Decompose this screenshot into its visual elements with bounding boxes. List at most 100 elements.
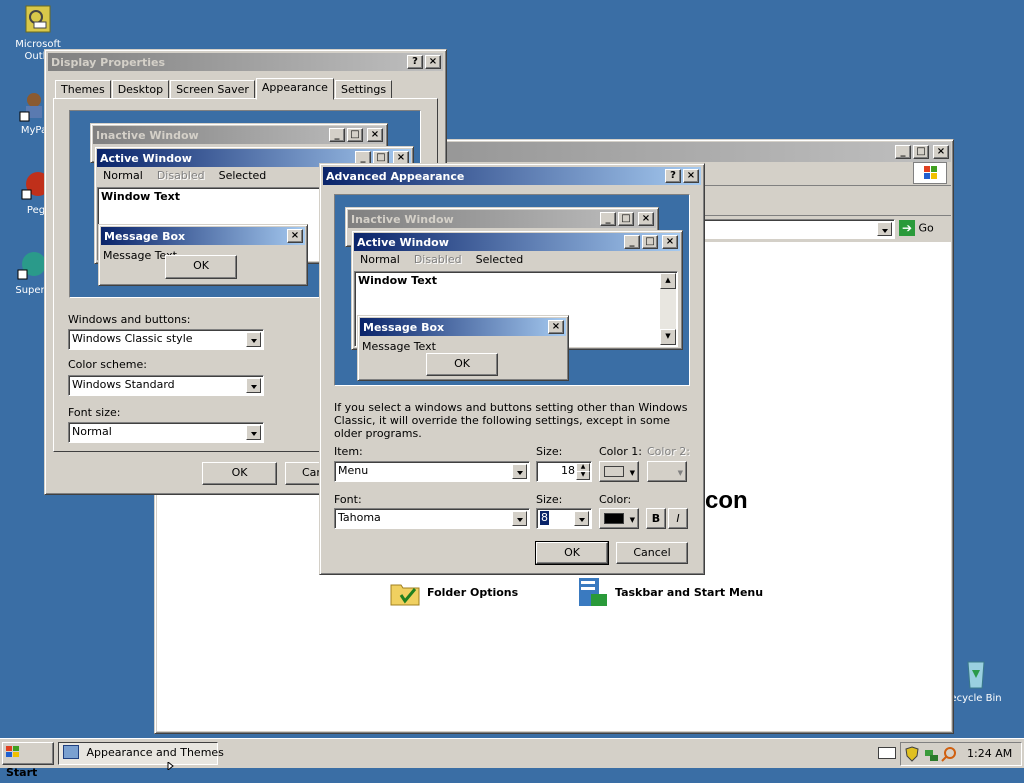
- font-size-label: Font size:: [68, 406, 121, 419]
- preview-msgbox-titlebar: Message Box ×: [101, 227, 305, 245]
- scroll-up-arrow-icon: ▲: [660, 273, 676, 289]
- preview-inactive-titlebar: Inactive Window _ □ ×: [348, 210, 656, 228]
- start-button[interactable]: Start: [2, 742, 54, 779]
- chevron-down-icon[interactable]: [512, 464, 527, 479]
- preview-inactive-title: Inactive Window: [96, 128, 199, 142]
- size-value: 18: [561, 464, 575, 477]
- tab-appearance[interactable]: Appearance: [255, 78, 334, 100]
- font-select[interactable]: Tahoma: [334, 508, 530, 529]
- chevron-down-icon[interactable]: [246, 378, 261, 393]
- scroll-down-arrow-icon: ▼: [660, 329, 676, 345]
- folder-options-link[interactable]: Folder Options: [389, 576, 518, 608]
- taskbar-start-menu-link[interactable]: Taskbar and Start Menu: [577, 576, 763, 608]
- preview-menu-disabled: Disabled: [413, 253, 462, 266]
- taskbar-task-appearance[interactable]: Appearance and Themes: [58, 742, 224, 765]
- preview-window-text: Window Text: [358, 274, 438, 287]
- item-value: Menu: [338, 464, 369, 477]
- help-button[interactable]: ?: [407, 55, 423, 69]
- chevron-down-icon: ▼: [629, 516, 635, 524]
- display-properties-titlebar: Display Properties ? ×: [48, 53, 443, 71]
- search-icon[interactable]: [941, 746, 957, 762]
- help-button[interactable]: ?: [665, 169, 681, 183]
- item-label: Item:: [334, 445, 363, 458]
- folder-options-label: Folder Options: [427, 585, 519, 599]
- font-color-picker[interactable]: ▼: [599, 508, 639, 529]
- keyboard-icon[interactable]: [878, 747, 896, 759]
- tab-screen-saver[interactable]: Screen Saver: [170, 80, 255, 99]
- preview-msgbox-text: Message Text: [362, 340, 436, 353]
- chevron-down-icon[interactable]: [512, 511, 527, 526]
- tab-themes[interactable]: Themes: [55, 80, 111, 99]
- size-spinner[interactable]: 18 ▲ ▼: [536, 461, 592, 482]
- windows-buttons-select[interactable]: Windows Classic style: [68, 329, 264, 350]
- color2-label: Color 2:: [647, 445, 690, 458]
- windows-buttons-label: Windows and buttons:: [68, 313, 191, 326]
- font-value: Tahoma: [338, 511, 381, 524]
- font-size-value: 8: [540, 511, 549, 525]
- size-label: Size:: [536, 445, 563, 458]
- mouse-cursor-icon: [167, 760, 177, 772]
- item-select[interactable]: Menu: [334, 461, 530, 482]
- preview-active-titlebar: Active Window _ □ ×: [354, 233, 680, 251]
- cancel-button[interactable]: Cancel: [616, 542, 688, 564]
- preview-msgbox-title: Message Box: [104, 229, 186, 243]
- minimize-button[interactable]: _: [895, 145, 911, 159]
- preview-inactive-title: Inactive Window: [351, 212, 454, 226]
- preview-menu: Normal Disabled Selected: [354, 251, 680, 268]
- clock[interactable]: 1:24 AM: [967, 747, 1012, 760]
- color1-picker[interactable]: ▼: [599, 461, 639, 482]
- color2-picker: ▼: [647, 461, 687, 482]
- close-button[interactable]: ×: [425, 55, 441, 69]
- maximize-button[interactable]: □: [913, 145, 929, 159]
- preview-msgbox-ok: OK: [165, 255, 237, 279]
- advanced-preview: Inactive Window _ □ × Active Window _ □ × No…: [334, 194, 690, 386]
- window-title: Display Properties: [51, 55, 166, 69]
- preview-active-title: Active Window: [100, 151, 192, 165]
- preview-msgbox-ok: OK: [426, 353, 498, 376]
- ok-button[interactable]: OK: [535, 541, 609, 565]
- preview-inactive-titlebar: Inactive Window _ □ ×: [93, 126, 385, 144]
- tab-desktop[interactable]: Desktop: [111, 80, 170, 99]
- chevron-down-icon[interactable]: [574, 511, 589, 526]
- chevron-down-icon: ▼: [677, 469, 683, 477]
- security-shield-icon[interactable]: [905, 746, 919, 762]
- ok-button[interactable]: OK: [202, 462, 277, 485]
- font-color-label: Color:: [599, 493, 632, 506]
- advanced-appearance-titlebar: Advanced Appearance ? ×: [323, 167, 701, 185]
- italic-button[interactable]: I: [668, 508, 688, 529]
- preview-menu-selected: Selected: [475, 253, 524, 266]
- go-button[interactable]: ➔ Go: [899, 220, 943, 238]
- spin-down-button[interactable]: ▼: [576, 471, 590, 480]
- chevron-down-icon[interactable]: [246, 425, 261, 440]
- preview-message-box: Message Box × Message Text OK: [357, 315, 569, 381]
- preview-menu-selected: Selected: [218, 169, 267, 182]
- close-button[interactable]: ×: [933, 145, 949, 159]
- color-scheme-select[interactable]: Windows Standard: [68, 375, 264, 396]
- font-color-swatch: [604, 513, 624, 524]
- font-size-select[interactable]: Normal: [68, 422, 264, 443]
- font-size-select[interactable]: 8: [536, 508, 592, 529]
- color1-label: Color 1:: [599, 445, 642, 458]
- address-dropdown-arrow[interactable]: [877, 222, 892, 236]
- font-label: Font:: [334, 493, 362, 506]
- preview-menu-normal: Normal: [103, 169, 143, 182]
- taskbar-icon: [577, 576, 609, 608]
- override-note: If you select a windows and buttons sett…: [334, 401, 688, 440]
- color-scheme-value: Windows Standard: [72, 378, 175, 391]
- taskbar-task-label: Appearance and Themes: [86, 746, 224, 759]
- network-icon[interactable]: [923, 746, 939, 762]
- close-button[interactable]: ×: [683, 169, 699, 183]
- font-size-value: Normal: [72, 425, 112, 438]
- windows-flag-icon: [6, 745, 20, 757]
- pick-icon-heading: con: [705, 487, 748, 514]
- tab-strip: Themes Desktop Screen Saver Appearance S…: [55, 78, 393, 100]
- chevron-down-icon[interactable]: [246, 332, 261, 347]
- window-title: Advanced Appearance: [326, 169, 465, 183]
- go-label: Go: [918, 221, 934, 235]
- windows-logo-icon: [913, 162, 947, 184]
- bold-button[interactable]: B: [646, 508, 666, 529]
- outlook-icon: [22, 4, 54, 36]
- tab-settings[interactable]: Settings: [334, 80, 393, 99]
- chevron-down-icon: ▼: [629, 469, 635, 477]
- preview-message-box: Message Box × Message Text OK: [98, 224, 308, 286]
